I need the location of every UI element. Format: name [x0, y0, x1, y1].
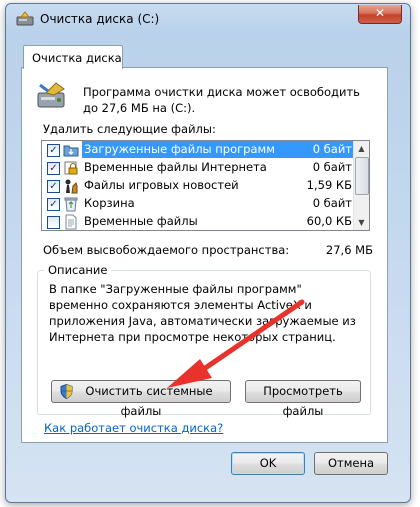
file-name: Корзина: [84, 196, 135, 210]
file-name: Временные файлы Интернета: [84, 160, 267, 174]
folder-download-icon: [63, 142, 79, 158]
file-name: Загруженные файлы программ: [82, 141, 284, 158]
disk-cleanup-icon: [16, 11, 34, 30]
description-title: Описание: [44, 263, 112, 277]
checkbox[interactable]: ✓: [47, 144, 60, 157]
chess-pieces-icon: [63, 178, 79, 194]
checkbox[interactable]: ✓: [47, 198, 60, 211]
document-icon: [63, 214, 79, 230]
view-files-button[interactable]: Просмотреть файлы: [245, 380, 361, 418]
scroll-up-icon[interactable]: ▲: [354, 141, 369, 156]
files-listbox[interactable]: ✓ Загруженные файлы программ 0 байт ✓ Вр…: [41, 140, 370, 231]
list-item[interactable]: ✓ Временные файлы Интернета 0 байт: [42, 159, 354, 177]
file-size: 60,0 КБ: [306, 214, 352, 228]
tab-label: Очистка диска: [32, 51, 122, 65]
uac-shield-icon: [60, 383, 73, 405]
list-item[interactable]: Временные файлы 60,0 КБ: [42, 213, 354, 230]
file-name: Файлы игровых новостей: [84, 178, 239, 192]
computer-cleanup-icon: [36, 81, 70, 114]
close-button[interactable]: ✕: [358, 5, 402, 24]
list-scrollbar[interactable]: ▲ ▼: [353, 141, 369, 230]
checkbox[interactable]: ✓: [47, 180, 60, 193]
tab-disk-cleanup[interactable]: Очистка диска: [23, 45, 123, 69]
file-size: 0 байт: [284, 141, 354, 158]
lock-icon: [63, 160, 79, 176]
cancel-button[interactable]: Отмена: [314, 452, 388, 475]
space-value: 27,6 МБ: [325, 243, 373, 257]
clean-system-files-button[interactable]: Очистить системные файлы: [51, 380, 231, 418]
checkbox[interactable]: ✓: [47, 162, 60, 175]
list-item[interactable]: ✓ Файлы игровых новостей 1,59 КБ: [42, 177, 354, 195]
recycle-bin-icon: [63, 196, 79, 212]
files-list-label: Удалить следующие файлы:: [43, 122, 216, 136]
window-title: Очистка диска (C:): [40, 12, 160, 26]
file-size: 1,59 КБ: [306, 178, 352, 192]
ok-button[interactable]: OK: [231, 452, 305, 475]
list-item[interactable]: ✓ Корзина 0 байт: [42, 195, 354, 213]
list-item[interactable]: ✓ Загруженные файлы программ 0 байт: [42, 141, 354, 159]
space-label: Объем высвобождаемого пространства:: [43, 243, 290, 257]
file-size: 0 байт: [312, 196, 352, 210]
how-cleanup-works-link[interactable]: Как работает очистка диска?: [44, 421, 223, 435]
description-text: В папке "Загруженные файлы программ" вре…: [49, 282, 356, 344]
checkbox[interactable]: [47, 216, 60, 229]
scroll-down-icon[interactable]: ▼: [354, 215, 369, 230]
scroll-thumb[interactable]: [355, 157, 369, 195]
header-message: Программа очистки диска может освободить…: [83, 85, 360, 115]
file-name: Временные файлы: [84, 214, 198, 228]
file-size: 0 байт: [312, 160, 352, 174]
title-bar[interactable]: Очистка диска (C:): [6, 4, 410, 34]
